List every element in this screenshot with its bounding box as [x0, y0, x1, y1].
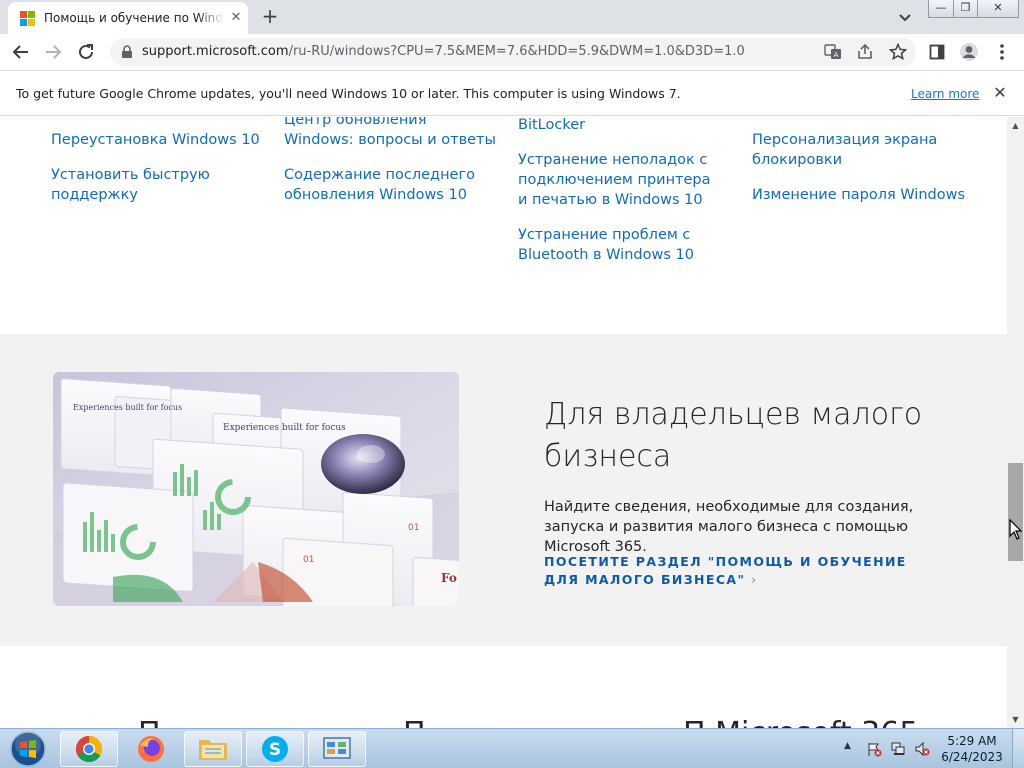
clock-date[interactable]: 6/24/2023 [934, 750, 1010, 764]
link-latest-update[interactable]: Содержание последнего обновления Windows… [284, 165, 484, 205]
new-tab-button[interactable]: + [258, 5, 282, 29]
side-panel-button[interactable] [924, 39, 950, 65]
firefox-icon [138, 736, 164, 762]
microsoft-365-hero-image: Experiences built for focus Experiences … [53, 372, 459, 606]
hero-text-experiences-1: Experiences built for focus [73, 403, 182, 412]
scroll-up-arrow-icon[interactable]: ▲ [1007, 117, 1024, 134]
tab-search-chevron-icon[interactable] [895, 7, 915, 27]
network-icon[interactable] [890, 741, 906, 757]
browser-tab[interactable]: Помощь и обучение по Windows ✕ [8, 2, 248, 34]
reload-icon [79, 44, 93, 59]
taskbar-control-panel[interactable] [308, 731, 366, 767]
lock-icon[interactable] [119, 44, 135, 60]
taskbar-explorer[interactable] [184, 731, 242, 767]
reload-button[interactable] [73, 39, 99, 65]
mouse-cursor-icon [1009, 519, 1023, 540]
next-section: П П П Microsoft 365 [0, 646, 1007, 728]
back-button[interactable] [8, 39, 34, 65]
business-description: Найдите сведения, необходимые для создан… [544, 499, 914, 555]
link-windows-update-faq[interactable]: Центр обновления Windows: вопросы и отве… [284, 117, 499, 150]
close-window-button[interactable]: ✕ [977, 0, 1019, 18]
skype-icon: S [262, 736, 288, 762]
volume-muted-icon[interactable] [914, 741, 930, 757]
scroll-down-arrow-icon[interactable]: ▼ [1007, 711, 1024, 728]
forward-arrow-icon [46, 45, 62, 59]
update-info-bar: To get future Google Chrome updates, you… [0, 70, 1024, 116]
taskbar-firefox[interactable] [122, 731, 180, 767]
explorer-icon [199, 740, 227, 760]
profile-button[interactable] [956, 39, 982, 65]
url-text[interactable]: support.microsoft.com/ru-RU/windows?CPU=… [142, 44, 745, 59]
scrollbar-thumb[interactable] [1008, 463, 1023, 561]
forward-button[interactable] [40, 39, 66, 65]
taskbar-skype[interactable]: S [246, 731, 304, 767]
avatar-icon [960, 43, 978, 61]
learn-more-link[interactable]: Learn more [911, 87, 979, 101]
business-heading: Для владельцев малого бизнеса [544, 397, 923, 474]
chevron-right-icon: › [751, 572, 758, 587]
start-button[interactable] [2, 730, 54, 768]
link-quick-assist[interactable]: Установить быструю поддержку [51, 165, 221, 205]
back-arrow-icon [12, 45, 28, 59]
page-viewport: Переустановка Windows 10 Установить быст… [0, 117, 1007, 728]
page-scrollbar[interactable]: ▲ ▼ [1007, 117, 1024, 728]
tab-title: Помощь и обучение по Windows [44, 11, 224, 25]
windows-start-orb-icon [10, 731, 46, 767]
business-help-link[interactable]: ПОСЕТИТЕ РАЗДЕЛ "ПОМОЩЬ И ОБУЧЕНИЕ ДЛЯ М… [544, 553, 944, 589]
kebab-menu-icon [1000, 44, 1004, 60]
chrome-icon [75, 735, 103, 763]
hero-text-01b: 01 [408, 523, 419, 533]
windows-taskbar: S ▲ 5:29 AM 6/24/2023 [0, 728, 1024, 768]
url-path: /ru-RU/windows?CPU=7.5&MEM=7.6&HDD=5.9&D… [288, 44, 745, 59]
microsoft-logo-icon [20, 11, 36, 27]
small-business-section: Experiences built for focus Experiences … [0, 334, 1007, 646]
share-icon[interactable] [856, 43, 874, 61]
hero-text-fo: Fo [441, 571, 457, 585]
link-bluetooth-troubleshoot[interactable]: Устранение проблем с Bluetooth в Windows… [518, 225, 703, 265]
business-help-link-label: ПОСЕТИТЕ РАЗДЕЛ "ПОМОЩЬ И ОБУЧЕНИЕ ДЛЯ М… [544, 554, 907, 587]
next-heading-3: П Microsoft 365 [683, 716, 918, 728]
translate-icon[interactable]: A [824, 43, 842, 61]
side-panel-icon [929, 44, 945, 60]
action-center-flag-icon[interactable] [866, 741, 882, 757]
browser-toolbar: support.microsoft.com/ru-RU/windows?CPU=… [0, 34, 1024, 70]
hero-text-experiences-2: Experiences built for focus [223, 423, 346, 433]
menu-button[interactable] [989, 39, 1015, 65]
control-panel-icon [323, 737, 351, 759]
taskbar-chrome[interactable] [60, 731, 118, 767]
link-reinstall-windows[interactable]: Переустановка Windows 10 [51, 130, 261, 150]
svg-text:A: A [834, 51, 839, 59]
svg-text:S: S [269, 740, 281, 760]
next-heading-2: П [403, 716, 426, 728]
restore-button[interactable]: ❐ [953, 0, 978, 18]
next-heading-1: П [138, 716, 161, 728]
clock-time[interactable]: 5:29 AM [934, 734, 1010, 748]
link-lock-screen[interactable]: Персонализация экрана блокировки [752, 130, 942, 170]
hero-text-01: 01 [303, 555, 314, 565]
tab-close-button[interactable]: ✕ [228, 10, 244, 26]
link-printer-troubleshoot[interactable]: Устранение неполадок с подключением прин… [518, 150, 718, 210]
minimize-button[interactable]: — [928, 0, 954, 18]
tab-strip: Помощь и обучение по Windows ✕ + — ❐ ✕ [0, 0, 1024, 34]
link-bitlocker[interactable]: BitLocker [518, 117, 728, 135]
link-change-password[interactable]: Изменение пароля Windows [752, 185, 972, 205]
bookmark-star-icon[interactable] [888, 42, 908, 61]
info-bar-close-button[interactable]: ✕ [990, 83, 1010, 103]
show-hidden-icons-arrow-icon[interactable]: ▲ [844, 741, 851, 751]
url-host: support.microsoft.com [142, 44, 289, 59]
show-desktop-button[interactable] [1012, 729, 1024, 768]
address-bar[interactable]: support.microsoft.com/ru-RU/windows?CPU=… [110, 38, 916, 66]
info-bar-message: To get future Google Chrome updates, you… [16, 86, 681, 101]
